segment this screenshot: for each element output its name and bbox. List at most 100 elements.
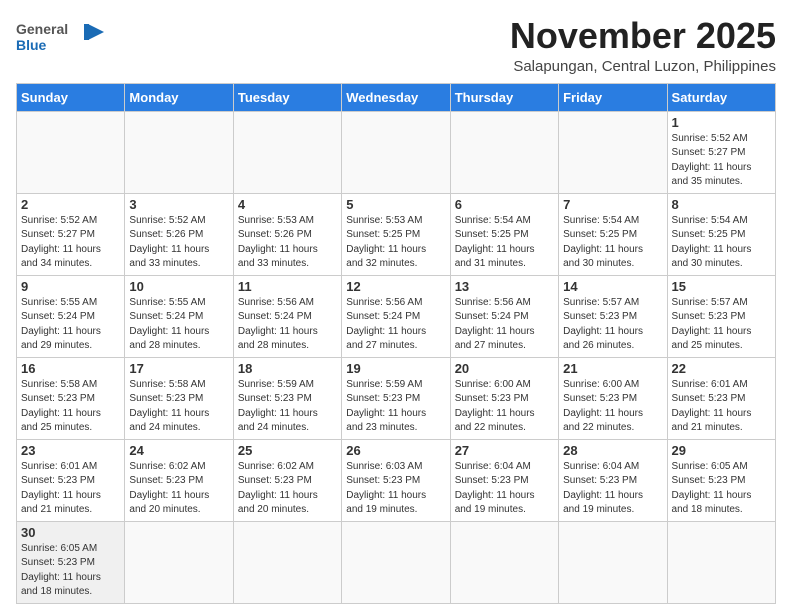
calendar-week-4: 16 Sunrise: 5:58 AM Sunset: 5:23 PM Dayli… xyxy=(17,357,776,439)
day-info: Sunrise: 6:02 AM Sunset: 5:23 PM Dayligh… xyxy=(238,460,337,518)
day-info: Sunrise: 5:52 AM Sunset: 5:27 PM Dayligh… xyxy=(672,132,771,190)
title-block: November 2025 Salapungan, Central Luzon,… xyxy=(510,16,776,75)
day-number: 1 xyxy=(672,115,771,130)
day-info: Sunrise: 5:54 AM Sunset: 5:25 PM Dayligh… xyxy=(455,214,554,272)
day-number: 12 xyxy=(346,279,445,294)
logo: General Blue xyxy=(16,16,106,60)
day-info: Sunrise: 6:05 AM Sunset: 5:23 PM Dayligh… xyxy=(21,542,120,600)
day-info: Sunrise: 6:02 AM Sunset: 5:23 PM Dayligh… xyxy=(129,460,228,518)
day-info: Sunrise: 5:54 AM Sunset: 5:25 PM Dayligh… xyxy=(563,214,662,272)
calendar-cell: 17Sunrise: 5:58 AM Sunset: 5:23 PM Dayli… xyxy=(125,357,233,439)
day-number: 10 xyxy=(129,279,228,294)
weekday-header-sunday: Sunday xyxy=(17,83,125,111)
day-info: Sunrise: 5:56 AM Sunset: 5:24 PM Dayligh… xyxy=(455,296,554,354)
day-number: 2 xyxy=(21,197,120,212)
calendar-cell: 24 Sunrise: 6:02 AM Sunset: 5:23 PM Dayli… xyxy=(125,439,233,521)
calendar-cell: 18 Sunrise: 5:59 AM Sunset: 5:23 PM Dayli… xyxy=(233,357,341,439)
weekday-header-row: SundayMondayTuesdayWednesdayThursdayFrid… xyxy=(17,83,776,111)
weekday-header-friday: Friday xyxy=(559,83,667,111)
day-number: 13 xyxy=(455,279,554,294)
calendar-cell: 7 Sunrise: 5:54 AM Sunset: 5:25 PM Daylig… xyxy=(559,193,667,275)
calendar-cell: 21Sunrise: 6:00 AM Sunset: 5:23 PM Dayli… xyxy=(559,357,667,439)
calendar-cell: 13 Sunrise: 5:56 AM Sunset: 5:24 PM Dayli… xyxy=(450,275,558,357)
day-info: Sunrise: 6:01 AM Sunset: 5:23 PM Dayligh… xyxy=(21,460,120,518)
calendar-cell xyxy=(233,111,341,193)
logo-icon xyxy=(88,24,104,40)
calendar-cell: 6Sunrise: 5:54 AM Sunset: 5:25 PM Daylig… xyxy=(450,193,558,275)
calendar-cell: 26 Sunrise: 6:03 AM Sunset: 5:23 PM Dayli… xyxy=(342,439,450,521)
calendar-cell: 11 Sunrise: 5:56 AM Sunset: 5:24 PM Dayli… xyxy=(233,275,341,357)
calendar-cell xyxy=(450,111,558,193)
day-number: 9 xyxy=(21,279,120,294)
logo-svg: General Blue xyxy=(16,16,106,60)
day-number: 18 xyxy=(238,361,337,376)
calendar-cell: 20Sunrise: 6:00 AM Sunset: 5:23 PM Dayli… xyxy=(450,357,558,439)
calendar-cell xyxy=(559,111,667,193)
calendar-cell xyxy=(342,521,450,603)
day-number: 15 xyxy=(672,279,771,294)
weekday-header-tuesday: Tuesday xyxy=(233,83,341,111)
calendar-cell: 19Sunrise: 5:59 AM Sunset: 5:23 PM Dayli… xyxy=(342,357,450,439)
day-number: 14 xyxy=(563,279,662,294)
day-number: 16 xyxy=(21,361,120,376)
day-number: 30 xyxy=(21,525,120,540)
day-number: 4 xyxy=(238,197,337,212)
day-number: 25 xyxy=(238,443,337,458)
weekday-header-thursday: Thursday xyxy=(450,83,558,111)
svg-text:General: General xyxy=(16,21,68,37)
calendar-cell: 2Sunrise: 5:52 AM Sunset: 5:27 PM Daylig… xyxy=(17,193,125,275)
day-info: Sunrise: 5:55 AM Sunset: 5:24 PM Dayligh… xyxy=(129,296,228,354)
day-info: Sunrise: 5:59 AM Sunset: 5:23 PM Dayligh… xyxy=(238,378,337,436)
day-info: Sunrise: 5:52 AM Sunset: 5:26 PM Dayligh… xyxy=(129,214,228,272)
day-number: 28 xyxy=(563,443,662,458)
calendar-cell: 8 Sunrise: 5:54 AM Sunset: 5:25 PM Daylig… xyxy=(667,193,775,275)
calendar-cell: 14 Sunrise: 5:57 AM Sunset: 5:23 PM Dayli… xyxy=(559,275,667,357)
day-info: Sunrise: 5:59 AM Sunset: 5:23 PM Dayligh… xyxy=(346,378,445,436)
day-info: Sunrise: 6:00 AM Sunset: 5:23 PM Dayligh… xyxy=(563,378,662,436)
weekday-header-wednesday: Wednesday xyxy=(342,83,450,111)
day-number: 26 xyxy=(346,443,445,458)
day-number: 11 xyxy=(238,279,337,294)
month-title: November 2025 xyxy=(510,16,776,56)
calendar-cell: 3 Sunrise: 5:52 AM Sunset: 5:26 PM Daylig… xyxy=(125,193,233,275)
weekday-header-monday: Monday xyxy=(125,83,233,111)
calendar-cell: 9 Sunrise: 5:55 AM Sunset: 5:24 PM Daylig… xyxy=(17,275,125,357)
day-number: 7 xyxy=(563,197,662,212)
day-info: Sunrise: 5:55 AM Sunset: 5:24 PM Dayligh… xyxy=(21,296,120,354)
day-info: Sunrise: 5:54 AM Sunset: 5:25 PM Dayligh… xyxy=(672,214,771,272)
day-info: Sunrise: 5:57 AM Sunset: 5:23 PM Dayligh… xyxy=(563,296,662,354)
day-info: Sunrise: 6:04 AM Sunset: 5:23 PM Dayligh… xyxy=(563,460,662,518)
calendar-cell: 4 Sunrise: 5:53 AM Sunset: 5:26 PM Daylig… xyxy=(233,193,341,275)
page: General Blue November 2025 Salapungan, C… xyxy=(0,0,792,612)
calendar-cell: 10 Sunrise: 5:55 AM Sunset: 5:24 PM Dayli… xyxy=(125,275,233,357)
calendar-cell: 28 Sunrise: 6:04 AM Sunset: 5:23 PM Dayli… xyxy=(559,439,667,521)
day-number: 22 xyxy=(672,361,771,376)
calendar-cell: 22 Sunrise: 6:01 AM Sunset: 5:23 PM Dayli… xyxy=(667,357,775,439)
day-number: 8 xyxy=(672,197,771,212)
calendar-cell: 30 Sunrise: 6:05 AM Sunset: 5:23 PM Dayli… xyxy=(17,521,125,603)
calendar-cell xyxy=(233,521,341,603)
calendar-cell xyxy=(450,521,558,603)
calendar-cell: 15 Sunrise: 5:57 AM Sunset: 5:23 PM Dayli… xyxy=(667,275,775,357)
calendar-cell: 5Sunrise: 5:53 AM Sunset: 5:25 PM Daylig… xyxy=(342,193,450,275)
calendar-cell xyxy=(125,111,233,193)
day-number: 3 xyxy=(129,197,228,212)
calendar-cell: 29Sunrise: 6:05 AM Sunset: 5:23 PM Dayli… xyxy=(667,439,775,521)
day-info: Sunrise: 5:53 AM Sunset: 5:26 PM Dayligh… xyxy=(238,214,337,272)
calendar-cell xyxy=(17,111,125,193)
day-number: 24 xyxy=(129,443,228,458)
day-info: Sunrise: 5:57 AM Sunset: 5:23 PM Dayligh… xyxy=(672,296,771,354)
calendar-week-5: 23 Sunrise: 6:01 AM Sunset: 5:23 PM Dayli… xyxy=(17,439,776,521)
calendar-cell: 1 Sunrise: 5:52 AM Sunset: 5:27 PM Daylig… xyxy=(667,111,775,193)
day-info: Sunrise: 5:58 AM Sunset: 5:23 PM Dayligh… xyxy=(129,378,228,436)
location: Salapungan, Central Luzon, Philippines xyxy=(510,58,776,75)
day-info: Sunrise: 5:56 AM Sunset: 5:24 PM Dayligh… xyxy=(238,296,337,354)
day-number: 27 xyxy=(455,443,554,458)
calendar-cell: 27Sunrise: 6:04 AM Sunset: 5:23 PM Dayli… xyxy=(450,439,558,521)
day-info: Sunrise: 5:53 AM Sunset: 5:25 PM Dayligh… xyxy=(346,214,445,272)
day-info: Sunrise: 6:01 AM Sunset: 5:23 PM Dayligh… xyxy=(672,378,771,436)
day-number: 23 xyxy=(21,443,120,458)
header: General Blue November 2025 Salapungan, C… xyxy=(16,16,776,75)
calendar-cell: 12Sunrise: 5:56 AM Sunset: 5:24 PM Dayli… xyxy=(342,275,450,357)
day-info: Sunrise: 6:03 AM Sunset: 5:23 PM Dayligh… xyxy=(346,460,445,518)
